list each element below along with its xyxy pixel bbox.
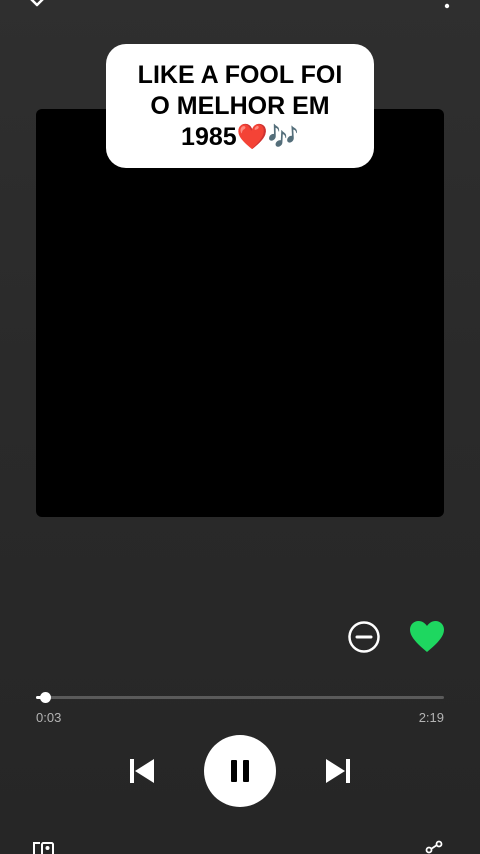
progress-bar[interactable] [36, 692, 444, 703]
album-cover [36, 109, 444, 517]
more-vertical-icon[interactable] [444, 0, 450, 12]
share-icon[interactable] [424, 840, 444, 854]
heart-icon[interactable] [409, 620, 445, 654]
minus-circle-icon[interactable] [347, 620, 381, 654]
elapsed-time: 0:03 [36, 710, 62, 725]
skip-next-icon[interactable] [324, 757, 352, 785]
pause-button[interactable] [204, 735, 276, 807]
caption-emoji: ❤️🎶 [236, 122, 299, 151]
skip-previous-icon[interactable] [128, 757, 156, 785]
pause-icon [231, 760, 249, 782]
video-caption: LIKE A FOOL FOI O MELHOR EM 1985❤️🎶 [106, 44, 374, 168]
progress-handle[interactable] [39, 692, 51, 703]
connect-device-icon[interactable] [32, 840, 56, 854]
chevron-down-icon[interactable] [26, 0, 48, 10]
now-playing-screen: LIKE A FOOL FOI O MELHOR EM 1985❤️🎶 0:03… [0, 0, 480, 854]
total-time: 2:19 [418, 710, 444, 725]
